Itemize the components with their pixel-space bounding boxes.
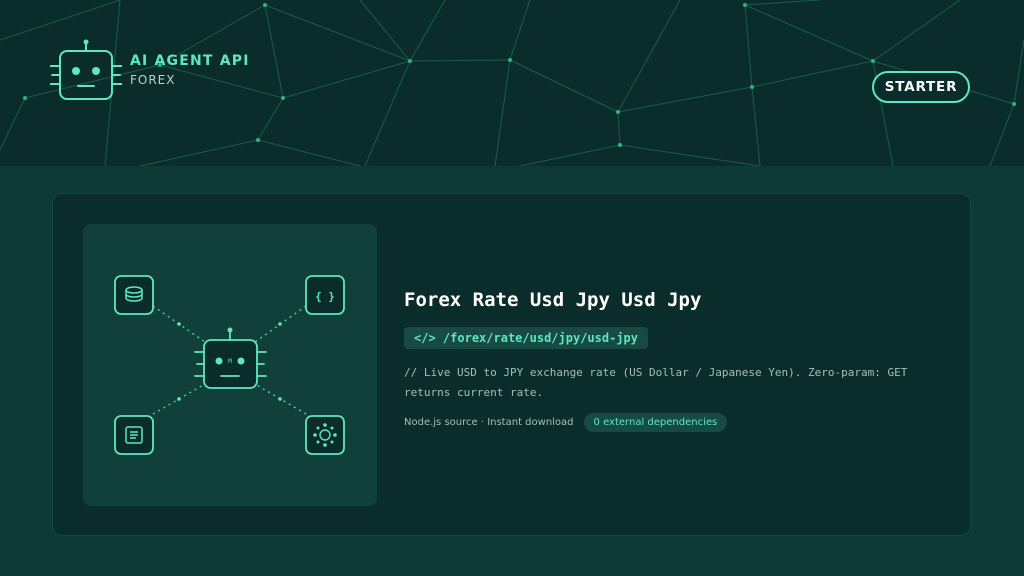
dependencies-badge: 0 external dependencies: [583, 413, 728, 432]
header: AI AGENT API FOREX STARTER: [0, 0, 1024, 166]
svg-text:M: M: [228, 358, 232, 365]
code-braces-icon: { }: [305, 275, 345, 315]
brand-subtitle: FOREX: [130, 73, 176, 87]
endpoint-path-text: /forex/rate/usd/jpy/usd-jpy: [442, 331, 638, 345]
card-content: Forex Rate Usd Jpy Usd Jpy </> /forex/ra…: [404, 289, 944, 432]
endpoint-path[interactable]: </> /forex/rate/usd/jpy/usd-jpy: [404, 327, 648, 349]
document-icon: [114, 415, 154, 455]
starter-button[interactable]: STARTER: [872, 71, 970, 103]
brand-title: AI AGENT API: [130, 53, 250, 69]
code-tag-icon: </>: [414, 331, 436, 345]
card-description: // Live USD to JPY exchange rate (US Dol…: [404, 366, 908, 399]
network-hub-icon: [305, 415, 345, 455]
database-icon: [114, 275, 154, 315]
svg-text:{ }: { }: [315, 290, 335, 303]
brand[interactable]: AI AGENT API FOREX: [50, 38, 250, 102]
api-card: { } M Forex Rate Usd Jpy Usd Jpy </> /fo…: [52, 193, 971, 536]
card-meta: Node.js source · Instant download 0 exte…: [404, 413, 944, 432]
card-title: Forex Rate Usd Jpy Usd Jpy: [404, 289, 702, 311]
robot-icon: [50, 39, 122, 100]
meta-text: Node.js source · Instant download: [404, 417, 574, 428]
robot-icon: M: [194, 327, 267, 389]
agent-diagram: { } M: [83, 224, 377, 506]
